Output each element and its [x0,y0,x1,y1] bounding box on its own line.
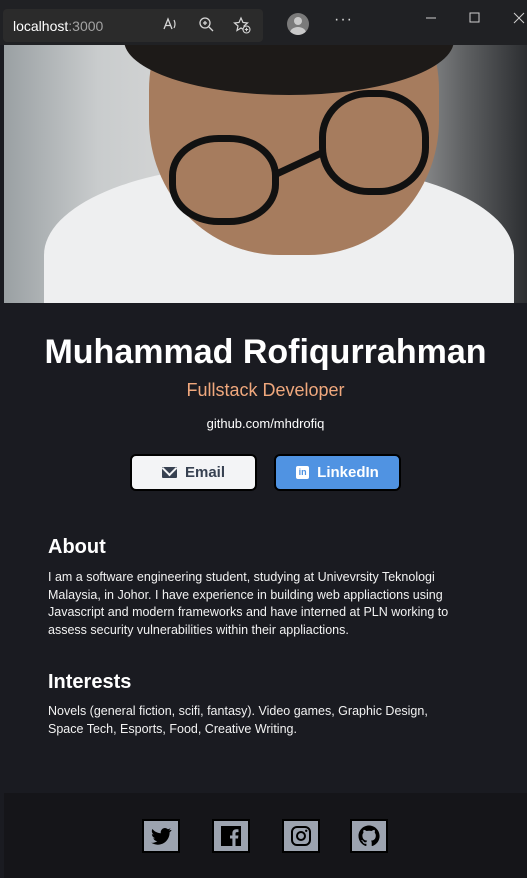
facebook-icon [221,826,241,846]
address-bar[interactable]: localhost:3000 [3,9,263,42]
email-button-label: Email [184,464,226,481]
github-social-link[interactable] [350,819,388,853]
interests-text: Novels (general fiction, scifi, fantasy)… [48,704,428,736]
photo-glasses-right [319,90,429,195]
close-icon[interactable] [512,11,526,28]
instagram-icon [291,826,311,846]
minimize-icon[interactable] [424,11,438,28]
profile-name: Muhammad Rofiqurrahman [44,333,487,371]
url-text[interactable]: localhost:3000 [13,18,103,34]
github-link[interactable]: github.com/mhdrofiq [4,416,527,431]
github-icon [358,825,380,847]
facebook-link[interactable] [212,819,250,853]
more-menu-icon[interactable]: ··· [334,11,353,29]
twitter-icon [151,828,172,845]
envelope-icon [161,467,177,478]
profile-role: Fullstack Developer [186,380,345,400]
linkedin-button[interactable]: in LinkedIn [274,454,401,491]
footer [4,793,527,878]
about-text: I am a software engineering student, stu… [48,570,449,637]
about-heading: About [48,536,106,558]
url-port: :3000 [68,18,104,34]
instagram-link[interactable] [282,819,320,853]
profile-card: Muhammad Rofiqurrahman Fullstack Develop… [4,303,527,793]
photo-glasses-left [169,135,279,225]
zoom-icon[interactable] [196,16,216,36]
interests-heading: Interests [48,671,132,693]
profile-avatar[interactable] [287,13,309,35]
linkedin-icon: in [296,466,310,479]
twitter-link[interactable] [142,819,180,853]
maximize-icon[interactable] [468,11,482,28]
favorite-add-icon[interactable] [232,16,252,36]
profile-photo [4,45,527,303]
email-button[interactable]: Email [130,454,257,491]
linkedin-button-label: LinkedIn [317,464,379,481]
read-aloud-icon[interactable] [160,16,180,36]
url-host: localhost [13,18,69,34]
browser-toolbar: localhost:3000 ··· [0,0,527,45]
